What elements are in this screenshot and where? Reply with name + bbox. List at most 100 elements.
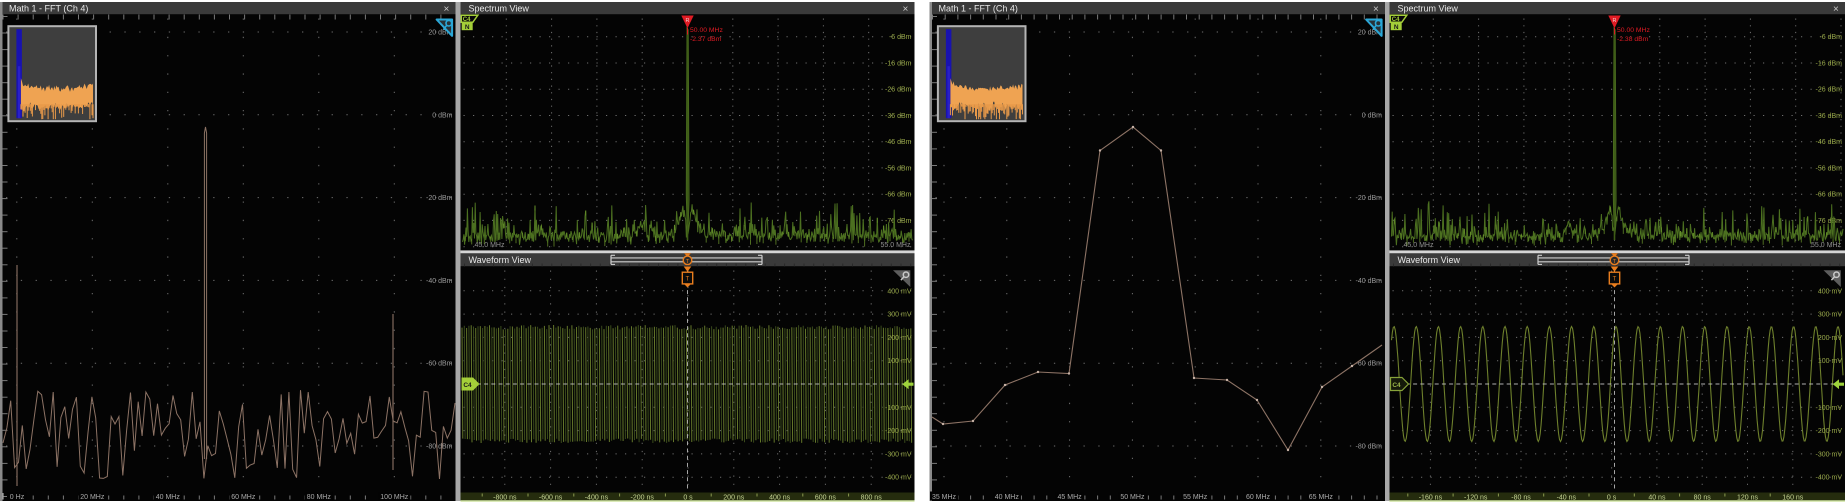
- svg-text:-100 mV: -100 mV: [1816, 405, 1843, 412]
- svg-text:600 ns: 600 ns: [815, 495, 837, 502]
- svg-text:-26 dBm: -26 dBm: [1816, 87, 1843, 94]
- svg-text:-46 dBm: -46 dBm: [1816, 139, 1843, 146]
- svg-text:-36 dBm: -36 dBm: [885, 113, 912, 120]
- svg-text:-6 dBm: -6 dBm: [1819, 34, 1842, 41]
- svg-text:-20 dBm: -20 dBm: [426, 195, 453, 202]
- svg-text:-400 mV: -400 mV: [885, 475, 912, 482]
- svg-text:-120 ns: -120 ns: [1464, 495, 1488, 502]
- svg-text:-200 mV: -200 mV: [1816, 428, 1843, 435]
- svg-text:100 MHz: 100 MHz: [380, 494, 409, 501]
- svg-text:C4: C4: [1392, 382, 1401, 389]
- svg-text:-60 dBm: -60 dBm: [426, 361, 453, 368]
- svg-text:-100 mV: -100 mV: [885, 405, 912, 412]
- svg-text:0 dBm: 0 dBm: [1362, 112, 1382, 119]
- svg-text:60 MHz: 60 MHz: [231, 494, 256, 501]
- svg-text:400 ns: 400 ns: [769, 495, 791, 502]
- svg-text:N: N: [1394, 24, 1399, 31]
- svg-text:Spectrum View: Spectrum View: [1398, 4, 1459, 14]
- svg-text:50 MHz: 50 MHz: [1120, 494, 1145, 501]
- svg-text:Math 1 - FFT (Ch 4): Math 1 - FFT (Ch 4): [939, 4, 1018, 14]
- svg-text:-2.37 dBm: -2.37 dBm: [690, 36, 722, 43]
- svg-text:0 dBm: 0 dBm: [432, 112, 452, 119]
- svg-text:-80 ns: -80 ns: [1511, 495, 1531, 502]
- svg-text:-200 ns: -200 ns: [631, 495, 655, 502]
- svg-text:160 ns: 160 ns: [1782, 495, 1804, 502]
- svg-text:-80 dBm: -80 dBm: [1356, 444, 1383, 451]
- svg-text:-6 dBm: -6 dBm: [889, 34, 912, 41]
- svg-text:60 MHz: 60 MHz: [1246, 494, 1271, 501]
- svg-text:-36 dBm: -36 dBm: [1816, 113, 1843, 120]
- svg-text:45 MHz: 45 MHz: [1058, 494, 1083, 501]
- svg-text:50.00 MHz: 50.00 MHz: [690, 27, 723, 34]
- svg-text:-40 dBm: -40 dBm: [1356, 278, 1383, 285]
- svg-text:-40 ns: -40 ns: [1557, 495, 1577, 502]
- svg-text:200 ns: 200 ns: [723, 495, 745, 502]
- svg-text:0 s: 0 s: [1607, 495, 1617, 502]
- svg-text:C4: C4: [1392, 17, 1400, 23]
- svg-text:45.0 MHz: 45.0 MHz: [475, 242, 505, 249]
- svg-text:Waveform View: Waveform View: [1398, 255, 1461, 265]
- svg-text:R: R: [1613, 18, 1617, 24]
- svg-text:×: ×: [1373, 4, 1379, 15]
- svg-text:300 mV: 300 mV: [1818, 312, 1842, 319]
- svg-text:20 MHz: 20 MHz: [80, 494, 105, 501]
- svg-text:-76 dBm: -76 dBm: [1816, 218, 1843, 225]
- svg-text:65 MHz: 65 MHz: [1309, 494, 1334, 501]
- svg-text:50.00 MHz: 50.00 MHz: [1617, 27, 1650, 34]
- svg-text:-80 dBm: -80 dBm: [426, 444, 453, 451]
- svg-text:-160 ns: -160 ns: [1419, 495, 1443, 502]
- svg-text:40 MHz: 40 MHz: [995, 494, 1020, 501]
- svg-text:300 mV: 300 mV: [887, 312, 911, 319]
- svg-text:55 MHz: 55 MHz: [1183, 494, 1208, 501]
- svg-text:R: R: [686, 18, 690, 24]
- svg-text:100 mV: 100 mV: [887, 358, 911, 365]
- svg-text:-46 dBm: -46 dBm: [885, 139, 912, 146]
- svg-text:-800 ns: -800 ns: [493, 495, 517, 502]
- svg-text:×: ×: [903, 4, 909, 15]
- svg-text:N: N: [465, 24, 470, 31]
- svg-text:-2.38 dBm: -2.38 dBm: [1617, 36, 1649, 43]
- svg-text:200 mV: 200 mV: [887, 335, 911, 342]
- svg-text:800 ns: 800 ns: [861, 495, 883, 502]
- svg-text:-56 dBm: -56 dBm: [885, 165, 912, 172]
- svg-text:C4: C4: [463, 382, 472, 389]
- svg-text:55.0 MHz: 55.0 MHz: [881, 242, 911, 249]
- svg-text:-56 dBm: -56 dBm: [1816, 165, 1843, 172]
- svg-text:0 s: 0 s: [683, 495, 693, 502]
- svg-text:-300 mV: -300 mV: [885, 451, 912, 458]
- svg-text:-16 dBm: -16 dBm: [1816, 61, 1843, 68]
- svg-text:Math 1 - FFT (Ch 4): Math 1 - FFT (Ch 4): [9, 4, 88, 14]
- svg-text:-66 dBm: -66 dBm: [1816, 192, 1843, 199]
- svg-text:120 ns: 120 ns: [1737, 495, 1759, 502]
- svg-text:-600 ns: -600 ns: [539, 495, 563, 502]
- svg-text:×: ×: [1833, 4, 1839, 15]
- svg-text:C4: C4: [463, 17, 471, 23]
- svg-text:400 mV: 400 mV: [887, 288, 911, 295]
- svg-text:40 MHz: 40 MHz: [156, 494, 181, 501]
- svg-text:35 MHz: 35 MHz: [932, 494, 957, 501]
- svg-text:-300 mV: -300 mV: [1816, 451, 1843, 458]
- svg-text:Spectrum View: Spectrum View: [469, 4, 530, 14]
- svg-text:-60 dBm: -60 dBm: [1356, 361, 1383, 368]
- svg-text:-40 dBm: -40 dBm: [426, 278, 453, 285]
- svg-text:80 MHz: 80 MHz: [307, 494, 332, 501]
- svg-text:100 mV: 100 mV: [1818, 358, 1842, 365]
- svg-text:-26 dBm: -26 dBm: [885, 87, 912, 94]
- svg-text:-400 ns: -400 ns: [585, 495, 609, 502]
- svg-text:200 mV: 200 mV: [1818, 335, 1842, 342]
- svg-text:-200 mV: -200 mV: [885, 428, 912, 435]
- svg-text:T: T: [1613, 277, 1617, 283]
- svg-text:55.0 MHz: 55.0 MHz: [1811, 242, 1841, 249]
- svg-text:80 ns: 80 ns: [1694, 495, 1712, 502]
- svg-text:T: T: [686, 277, 690, 283]
- svg-text:-20 dBm: -20 dBm: [1356, 195, 1383, 202]
- svg-text:×: ×: [444, 4, 450, 15]
- svg-text:-66 dBm: -66 dBm: [885, 192, 912, 199]
- svg-text:-16 dBm: -16 dBm: [885, 61, 912, 68]
- svg-text:45.0 MHz: 45.0 MHz: [1404, 242, 1434, 249]
- svg-text:0 Hz: 0 Hz: [10, 494, 25, 501]
- svg-text:40 ns: 40 ns: [1648, 495, 1666, 502]
- svg-text:400 mV: 400 mV: [1818, 288, 1842, 295]
- svg-text:-400 mV: -400 mV: [1816, 475, 1843, 482]
- svg-text:Waveform View: Waveform View: [469, 255, 532, 265]
